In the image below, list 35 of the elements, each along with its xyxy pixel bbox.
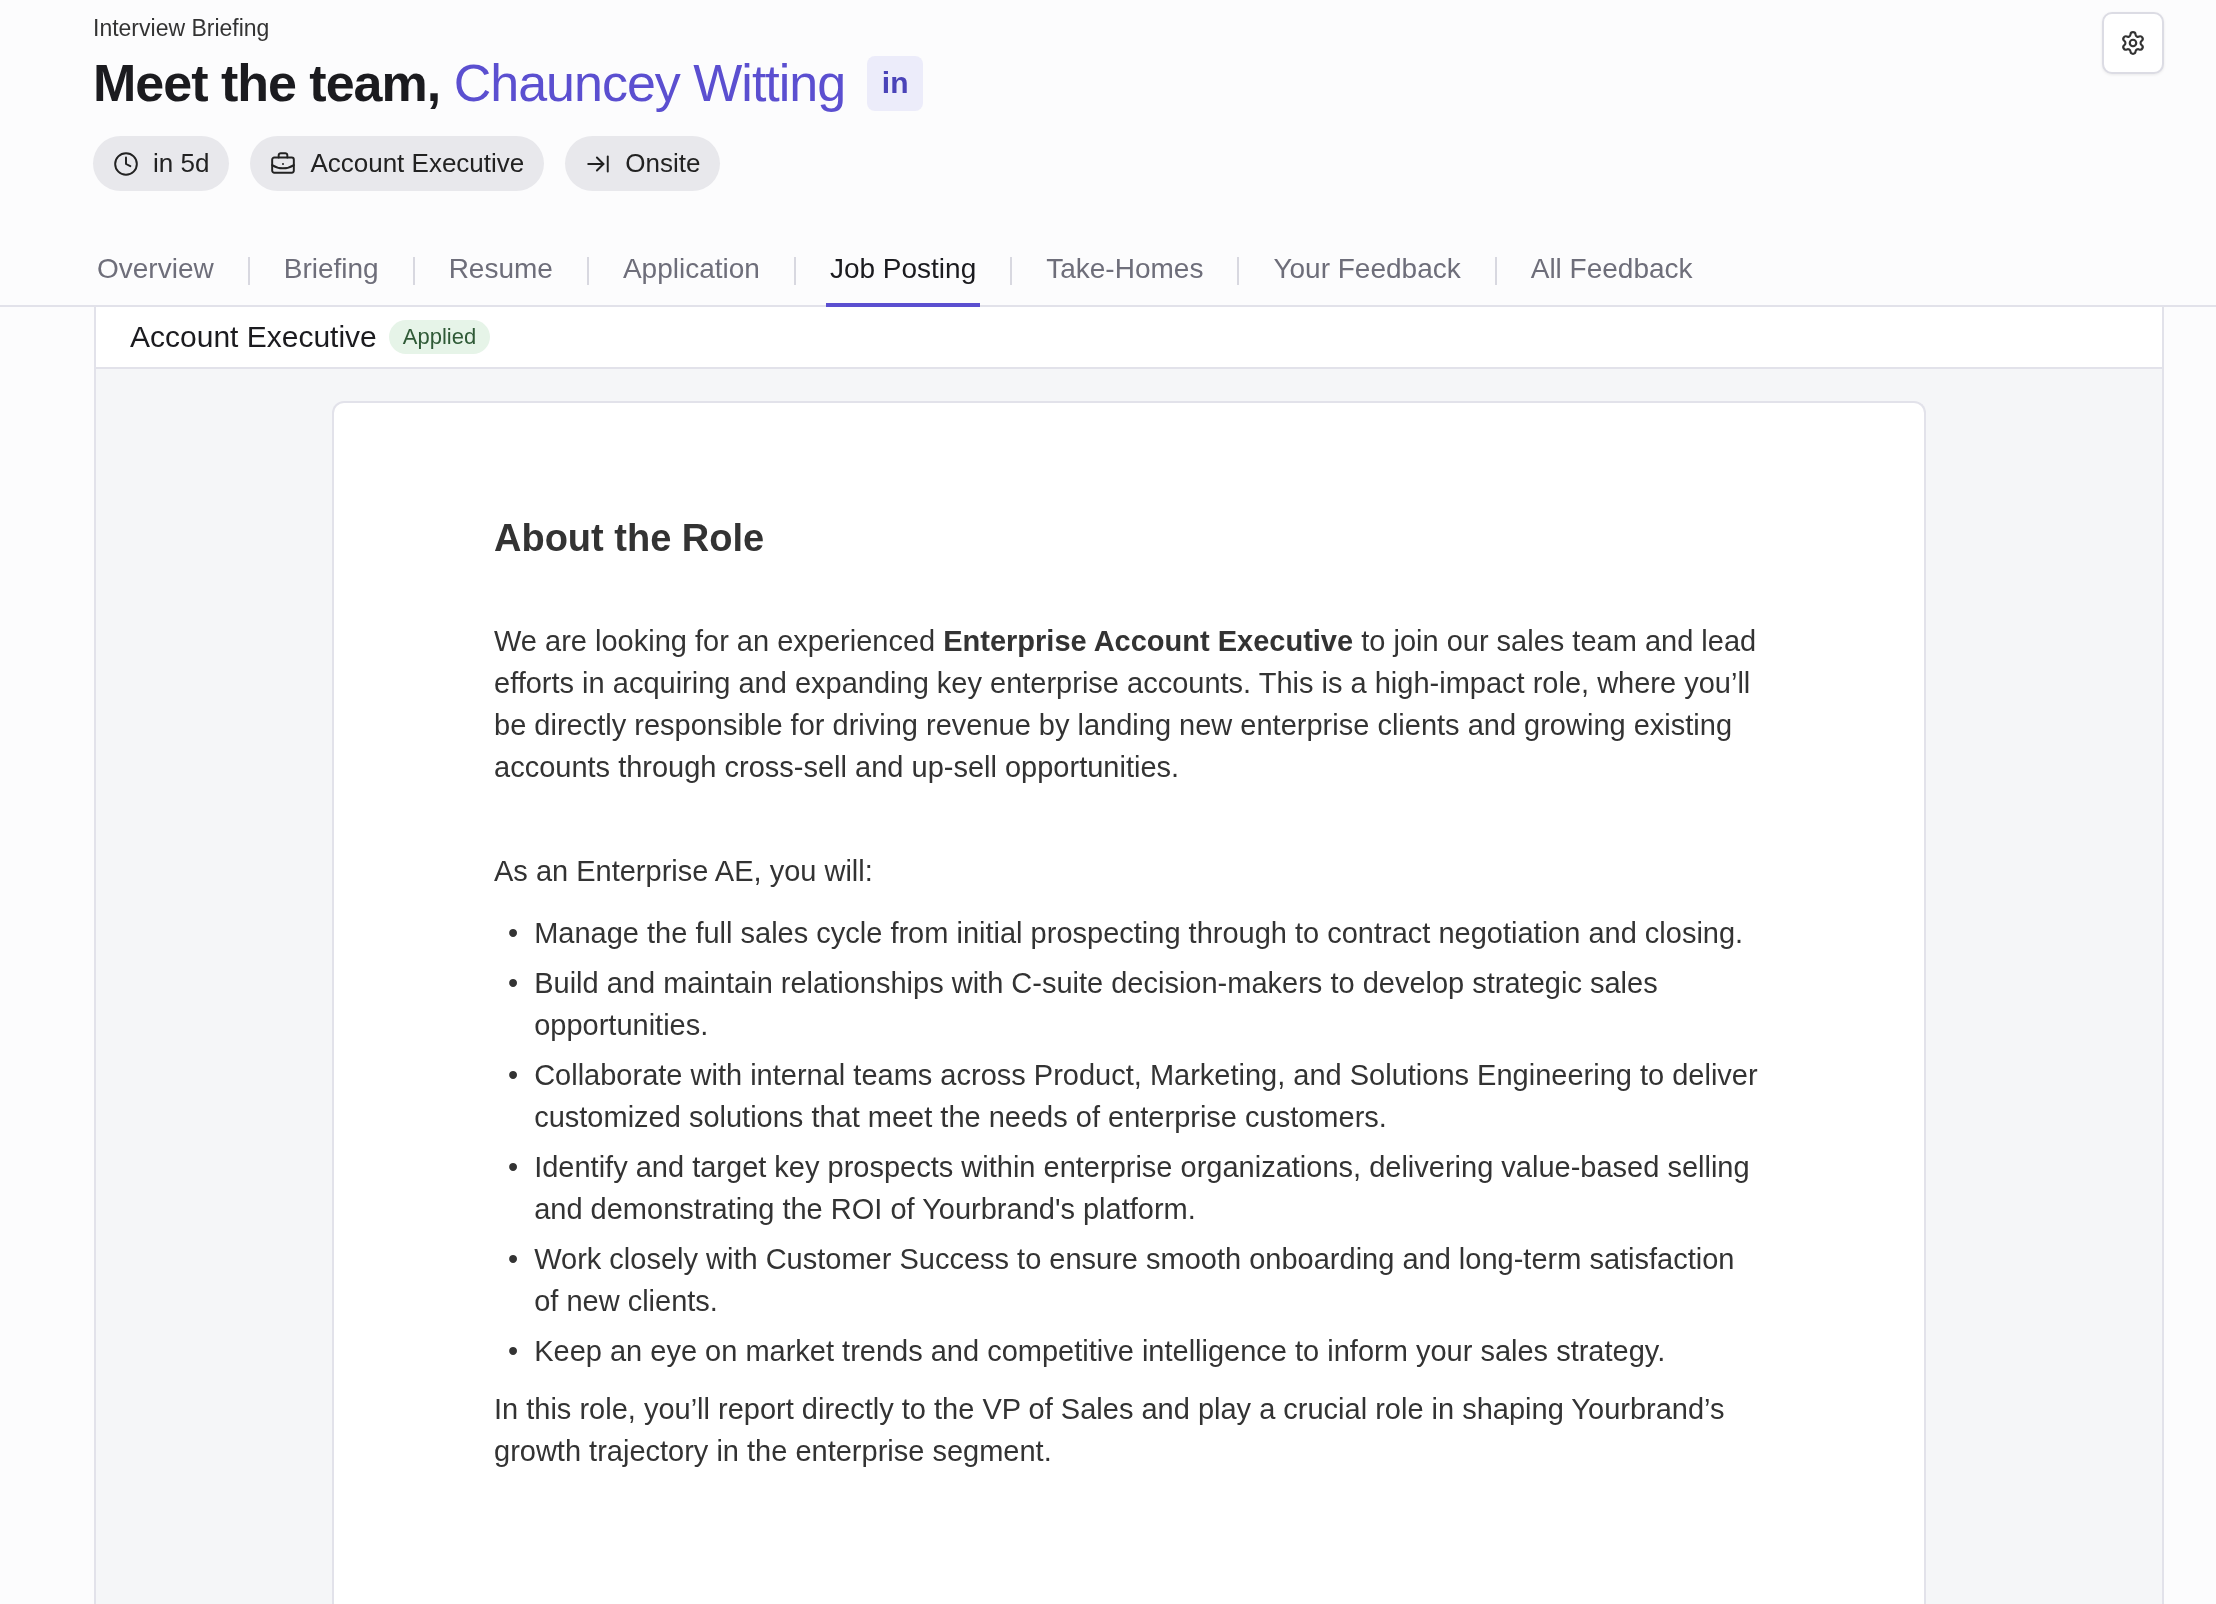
responsibility-item: Keep an eye on market trends and competitive intelligence to inform your sales strategy. <box>534 1334 1666 1369</box>
section-heading: About the Role <box>494 517 766 560</box>
tab[interactable]: All Feedback <box>1526 237 1697 307</box>
tab[interactable]: Resume <box>444 237 557 307</box>
list-lead: As an Enterprise AE, you will: <box>494 854 874 889</box>
info-pill: Account Executive <box>250 136 545 191</box>
briefcase-icon <box>270 150 297 177</box>
tab[interactable]: Briefing <box>279 237 383 307</box>
status-badge: Applied <box>388 320 491 354</box>
tab[interactable]: Your Feedback <box>1269 237 1465 307</box>
responsibility-item: Identify and target key prospects within enterprise organizations, delivering value-based selling and demonstrating the ROI of Yourbrand's platform. <box>534 1150 1751 1227</box>
page-eyebrow: Interview Briefing <box>93 14 271 43</box>
bullet-marker: • <box>508 1150 519 1185</box>
page-title: Meet the team, Chauncey Witting <box>93 53 846 114</box>
responsibility-item: Build and maintain relationships with C-suite decision-makers to develop strategic sales opportunities. <box>534 966 1659 1043</box>
tab[interactable]: Application <box>618 237 764 307</box>
bullet-marker: • <box>508 966 519 1001</box>
closing-paragraph: In this role, you’ll report directly to the VP of Sales and play a crucial role in shaping Yourbrand’s growth trajectory in the enterprise segment. <box>494 1392 1726 1469</box>
responsibility-item: Work closely with Customer Success to ensure smooth onboarding and long-term satisfaction of new clients. <box>534 1242 1736 1319</box>
responsibility-item: Collaborate with internal teams across Product, Marketing, and Solutions Engineering to deliver customized solutions that meet the needs of enterprise customers. <box>534 1058 1759 1135</box>
tab[interactable]: Take-Homes <box>1042 237 1208 307</box>
settings-button[interactable] <box>2102 12 2164 74</box>
intro-paragraph: We are looking for an experienced Enterprise Account Executive to join our sales team and lead efforts in acquiring and expanding key enterprise accounts. This is a high-impact role, where you’ll be directly responsible for driving revenue by landing new enterprise clients and growing existing accounts through cross-sell and up-sell opportunities. <box>494 624 1758 785</box>
tab[interactable]: Overview <box>93 237 218 307</box>
info-pill: in 5d <box>93 136 230 191</box>
bullet-marker: • <box>508 1058 519 1093</box>
bullet-marker: • <box>508 916 519 951</box>
responsibility-item: Manage the full sales cycle from initial prospecting through to contract negotiation and closing. <box>534 916 1744 951</box>
clock-icon <box>113 150 139 177</box>
bullet-marker: • <box>508 1334 519 1369</box>
gear-icon <box>2120 30 2146 56</box>
job-title: Account Executive <box>130 320 377 354</box>
info-pill: Onsite <box>565 136 721 191</box>
bullet-marker: • <box>508 1242 519 1277</box>
profile-link[interactable]: in <box>867 55 924 111</box>
